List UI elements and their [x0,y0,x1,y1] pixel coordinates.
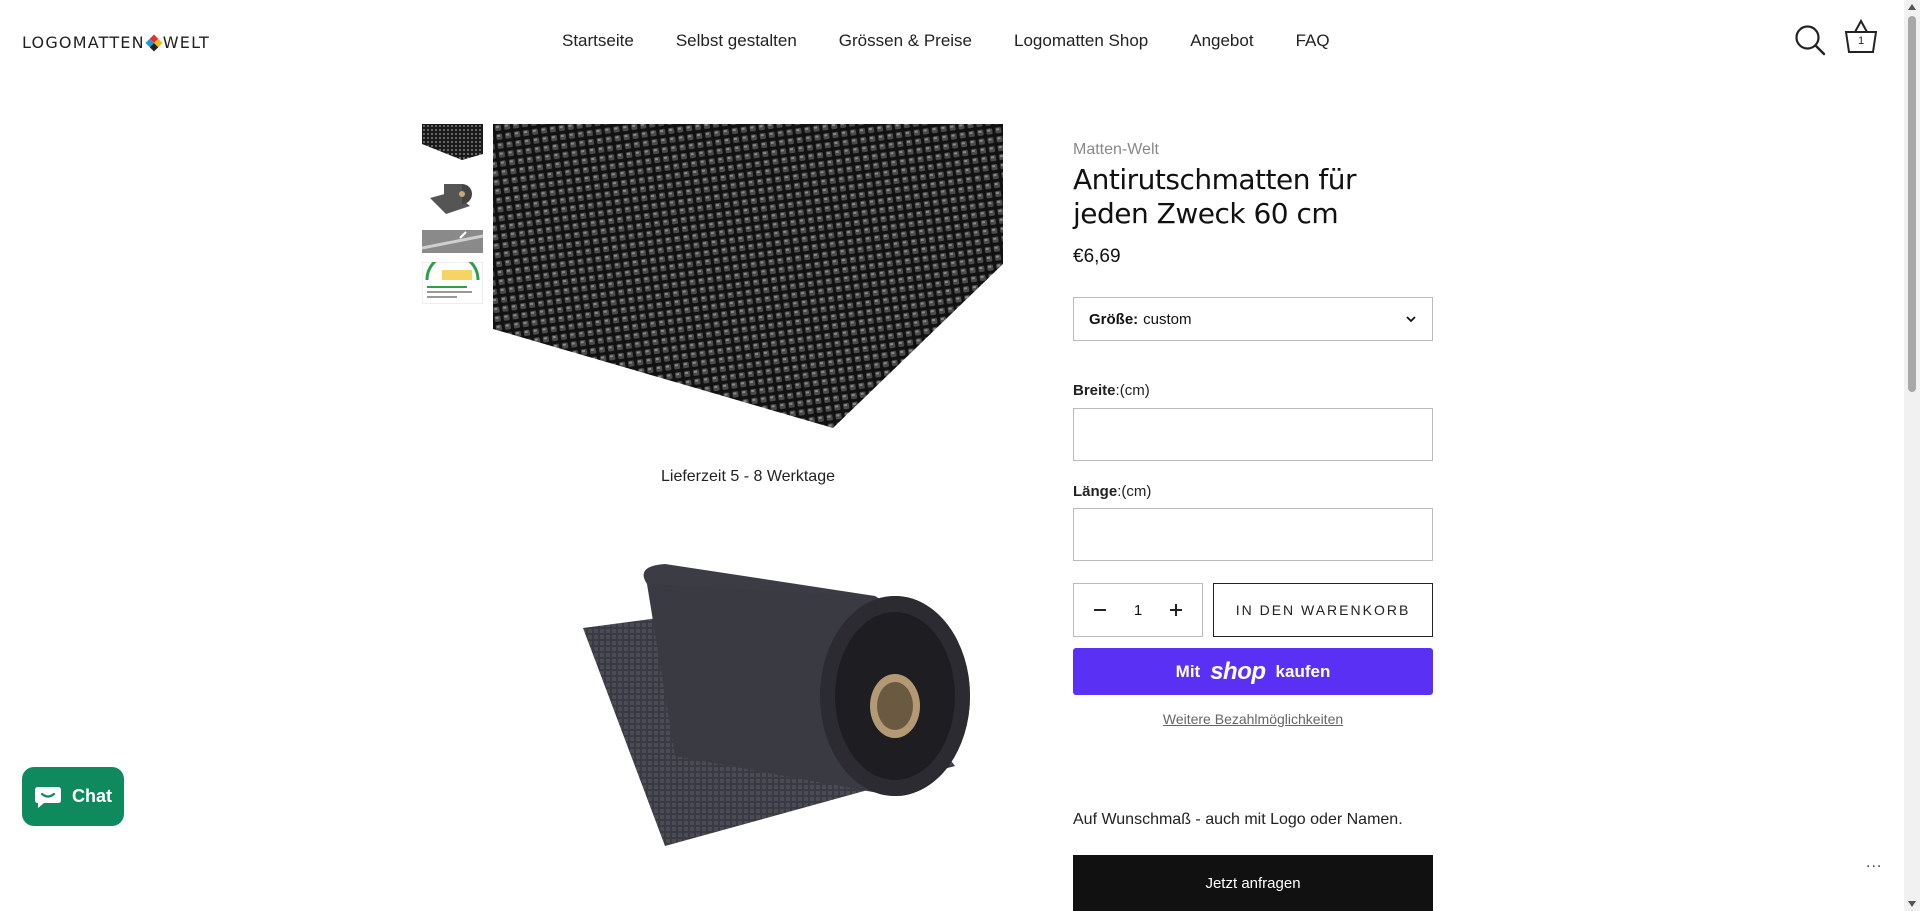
width-unit: :(cm) [1115,382,1150,399]
shop-pay-button[interactable]: Mit shop kaufen [1073,648,1433,695]
nav-faq[interactable]: FAQ [1296,31,1330,51]
site-header: LOGOMATTEN WELT Startseite Selbst gestal… [0,0,1904,84]
size-select-value: custom [1143,310,1192,328]
quantity-stepper: 1 [1073,583,1203,637]
size-select[interactable]: Größe: custom [1073,297,1433,341]
scroll-up-arrow-icon[interactable] [1908,4,1916,10]
shop-pay-suffix: kaufen [1275,661,1331,681]
main-nav: Startseite Selbst gestalten Grössen & Pr… [562,31,1330,51]
thumbnail-mat-roll[interactable] [422,172,483,218]
shop-pay-logo: shop [1210,657,1266,685]
cart-count-badge: 1 [1857,35,1865,47]
add-to-cart-button[interactable]: IN DEN WARENKORB [1213,583,1433,637]
quantity-value[interactable]: 1 [1134,602,1142,619]
thumbnail-mat-strip[interactable] [422,230,483,253]
length-field-label: Länge:(cm) [1073,483,1151,500]
product-title: Antirutschmatten für jeden Zweck 60 cm [1073,163,1357,230]
chat-label: Chat [72,786,112,806]
nav-groessen-preise[interactable]: Grössen & Preise [839,31,972,51]
length-unit: :(cm) [1117,483,1152,500]
chat-button[interactable]: Chat [22,767,124,826]
product-description: Auf Wunschmaß - auch mit Logo oder Namen… [1073,811,1403,828]
thumbnail-mat-closeup[interactable] [422,124,483,160]
size-select-label: Größe: [1089,310,1139,328]
length-label-text: Länge [1073,483,1118,500]
shop-pay-prefix: Mit [1175,661,1201,681]
width-field-label: Breite:(cm) [1073,382,1150,399]
chevron-down-icon [1406,316,1416,323]
chat-bubble-icon [35,786,61,808]
length-input[interactable] [1073,508,1433,561]
search-icon[interactable] [1794,24,1826,56]
minus-icon[interactable] [1092,602,1108,618]
delivery-time-caption: Lieferzeit 5 - 8 Werktage [660,468,835,485]
plus-icon[interactable] [1168,602,1184,618]
nav-selbst-gestalten[interactable]: Selbst gestalten [676,31,797,51]
logo-text-left: LOGOMATTEN [22,33,145,52]
more-dots[interactable]: ... [1866,854,1882,872]
product-vendor[interactable]: Matten-Welt [1073,141,1159,159]
nav-startseite[interactable]: Startseite [562,31,634,51]
nav-angebot[interactable]: Angebot [1190,31,1253,51]
nav-logomatten-shop[interactable]: Logomatten Shop [1014,31,1148,51]
product-image-mat-closeup[interactable] [493,124,1003,428]
width-input[interactable] [1073,408,1433,461]
inquire-button[interactable]: Jetzt anfragen [1073,855,1433,911]
product-price: €6,69 [1073,246,1121,267]
scrollbar-thumb[interactable] [1908,16,1916,392]
logo-text-right: WELT [162,33,210,52]
thumbnail-certificate[interactable] [422,262,483,304]
logo-mark-icon [145,34,163,51]
page-scrollbar[interactable] [1904,0,1920,911]
width-label-text: Breite [1073,382,1116,399]
more-payment-options-link[interactable]: Weitere Bezahlmöglichkeiten [1073,711,1433,727]
product-image-mat-roll[interactable] [575,556,995,852]
site-logo[interactable]: LOGOMATTEN WELT [22,33,210,52]
scroll-down-arrow-icon[interactable] [1908,901,1916,907]
